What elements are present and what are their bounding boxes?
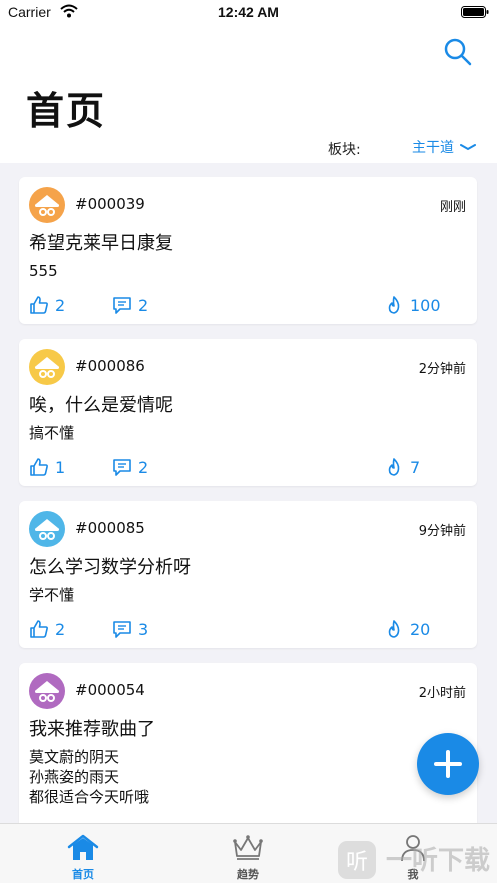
- tab-trend[interactable]: 趋势: [198, 824, 298, 883]
- plus-icon: [434, 750, 462, 778]
- flame-icon: [388, 458, 400, 476]
- svg-text:一听下载: 一听下载: [386, 846, 490, 876]
- post-body-line: 搞不懂: [29, 424, 75, 442]
- avatar: [29, 187, 65, 223]
- comment-count: 2: [138, 457, 149, 477]
- heat-indicator: 20: [384, 619, 430, 639]
- tab-home-label: 首页: [72, 868, 94, 881]
- post-title: 我来推荐歌曲了: [29, 719, 155, 740]
- watermark-logo: 听 一听下载: [336, 835, 497, 883]
- status-time: 12:42 AM: [218, 4, 279, 20]
- post-id: #000039: [75, 195, 145, 213]
- heat-count: 7: [410, 457, 421, 477]
- like-button[interactable]: 2: [29, 619, 65, 639]
- home-icon: [67, 834, 99, 860]
- battery-icon: [461, 6, 489, 18]
- tab-home[interactable]: 首页: [33, 824, 133, 883]
- post-body: 555: [29, 261, 58, 281]
- like-count: 1: [55, 457, 66, 477]
- thumbs-up-icon: [30, 296, 48, 314]
- comment-button[interactable]: 3: [112, 619, 148, 639]
- search-icon[interactable]: [442, 36, 474, 68]
- post-feed[interactable]: #000039 刚刚 希望克莱早日康复 555 2 2 100 #000086 …: [0, 163, 497, 823]
- like-count: 2: [55, 295, 66, 315]
- board-label: 板块:: [328, 142, 361, 158]
- post-id: #000054: [75, 681, 145, 699]
- page-title: 首页: [26, 89, 107, 133]
- ghost-avatar-icon: [29, 673, 65, 709]
- heat-indicator: 100: [384, 295, 441, 315]
- ghost-avatar-icon: [29, 511, 65, 547]
- post-time: 9分钟前: [418, 524, 466, 539]
- status-bar: Carrier 12:42 AM: [0, 0, 497, 26]
- like-button[interactable]: 2: [29, 295, 65, 315]
- thumbs-up-icon: [30, 458, 48, 476]
- header-area: Carrier 12:42 AM 首页 板块: 主干道: [0, 0, 497, 163]
- like-count: 2: [55, 619, 66, 639]
- post-title: 唉，什么是爱情呢: [29, 395, 173, 416]
- comment-count: 2: [138, 295, 149, 315]
- post-id: #000085: [75, 519, 145, 537]
- post-body-line: 学不懂: [29, 586, 75, 604]
- post-body: 学不懂: [29, 585, 74, 605]
- avatar: [29, 349, 65, 385]
- watermark-icon: 听 一听下载: [338, 841, 490, 879]
- post-time: 刚刚: [439, 200, 466, 215]
- board-value: 主干道: [412, 140, 454, 156]
- svg-text:听: 听: [346, 850, 368, 875]
- flame-icon: [388, 296, 400, 314]
- ghost-avatar-icon: [29, 349, 65, 385]
- comment-count: 3: [138, 619, 149, 639]
- heat-indicator: 7: [384, 457, 420, 477]
- post-card[interactable]: #000085 9分钟前 怎么学习数学分析呀 学不懂 2 3 20: [19, 501, 477, 648]
- post-body-line: 555: [29, 262, 58, 280]
- new-post-button[interactable]: [417, 733, 479, 795]
- ghost-avatar-icon: [29, 187, 65, 223]
- post-body: 莫文蔚的阴天 孙燕姿的雨天 都很适合今天听哦: [29, 747, 149, 807]
- post-id: #000086: [75, 357, 145, 375]
- post-title: 希望克莱早日康复: [29, 233, 173, 254]
- avatar: [29, 511, 65, 547]
- crown-icon: [233, 835, 263, 860]
- thumbs-up-icon: [30, 620, 48, 638]
- comment-icon: [113, 297, 131, 314]
- post-card[interactable]: #000086 2分钟前 唉，什么是爱情呢 搞不懂 1 2 7: [19, 339, 477, 486]
- post-card[interactable]: #000054 2小时前 我来推荐歌曲了 莫文蔚的阴天 孙燕姿的雨天 都很适合今…: [19, 663, 477, 823]
- post-body-line: 孙燕姿的雨天: [29, 768, 120, 786]
- post-time: 2分钟前: [418, 362, 466, 377]
- post-body-line: 都很适合今天听哦: [29, 788, 150, 806]
- post-time: 2小时前: [418, 686, 466, 701]
- avatar: [29, 673, 65, 709]
- post-card[interactable]: #000039 刚刚 希望克莱早日康复 555 2 2 100: [19, 177, 477, 324]
- flame-icon: [388, 620, 400, 638]
- comment-icon: [113, 459, 131, 476]
- chevron-down-icon: [460, 144, 476, 151]
- post-body-line: 莫文蔚的阴天: [29, 748, 120, 766]
- post-body: 搞不懂: [29, 423, 74, 443]
- post-title: 怎么学习数学分析呀: [29, 557, 191, 578]
- tab-trend-label: 趋势: [237, 868, 259, 881]
- comment-button[interactable]: 2: [112, 295, 148, 315]
- like-button[interactable]: 1: [29, 457, 65, 477]
- heat-count: 20: [410, 619, 431, 639]
- board-selector[interactable]: 主干道: [412, 137, 476, 157]
- comment-button[interactable]: 2: [112, 457, 148, 477]
- comment-icon: [113, 621, 131, 638]
- heat-count: 100: [410, 295, 441, 315]
